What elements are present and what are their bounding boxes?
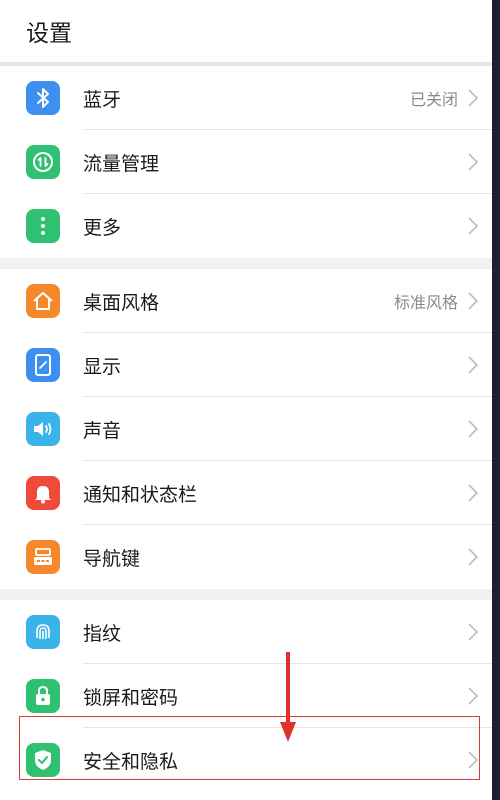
settings-item-notifications[interactable]: 通知和状态栏 bbox=[0, 461, 492, 525]
chevron-right-icon bbox=[468, 420, 479, 438]
group-separator bbox=[0, 258, 492, 269]
chevron-right-icon bbox=[468, 217, 479, 235]
data-traffic-icon bbox=[26, 145, 60, 179]
screen-edge bbox=[492, 0, 500, 800]
fingerprint-icon bbox=[26, 615, 60, 649]
home-icon bbox=[26, 284, 60, 318]
chevron-right-icon bbox=[468, 89, 479, 107]
settings-item-home-style[interactable]: 桌面风格 标准风格 bbox=[0, 269, 492, 333]
settings-page: 设置 蓝牙 已关闭 流量管理 更多 桌面风格 标准风格 显示 声音 通知和状态栏… bbox=[0, 0, 492, 800]
chevron-right-icon bbox=[468, 548, 479, 566]
settings-item-more[interactable]: 更多 bbox=[0, 194, 492, 258]
settings-item-value: 标准风格 bbox=[393, 293, 458, 312]
group-separator bbox=[0, 589, 492, 600]
chevron-right-icon bbox=[468, 687, 479, 705]
settings-item-fingerprint[interactable]: 指纹 bbox=[0, 600, 492, 664]
settings-item-navigation-keys[interactable]: 导航键 bbox=[0, 525, 492, 589]
settings-item-bluetooth[interactable]: 蓝牙 已关闭 bbox=[0, 66, 492, 130]
settings-item-label: 声音 bbox=[83, 419, 122, 442]
annotation-arrow bbox=[286, 652, 290, 724]
settings-item-data-traffic[interactable]: 流量管理 bbox=[0, 130, 492, 194]
settings-item-label: 显示 bbox=[83, 355, 122, 378]
lock-icon bbox=[26, 679, 60, 713]
settings-item-sound[interactable]: 声音 bbox=[0, 397, 492, 461]
chevron-right-icon bbox=[468, 153, 479, 171]
sound-icon bbox=[26, 412, 60, 446]
header: 设置 bbox=[0, 0, 492, 62]
chevron-right-icon bbox=[468, 292, 479, 310]
settings-group-connectivity: 蓝牙 已关闭 流量管理 更多 bbox=[0, 66, 492, 258]
bluetooth-icon bbox=[26, 81, 60, 115]
settings-item-label: 导航键 bbox=[83, 547, 141, 570]
display-icon bbox=[26, 348, 60, 382]
settings-group-security: 指纹 锁屏和密码 安全和隐私 bbox=[0, 600, 492, 792]
chevron-right-icon bbox=[468, 751, 479, 769]
navigation-key-icon bbox=[26, 540, 60, 574]
settings-item-label: 锁屏和密码 bbox=[83, 686, 179, 709]
notification-bell-icon bbox=[26, 476, 60, 510]
chevron-right-icon bbox=[468, 623, 479, 641]
settings-item-label: 通知和状态栏 bbox=[83, 483, 198, 506]
settings-item-lockscreen[interactable]: 锁屏和密码 bbox=[0, 664, 492, 728]
settings-item-label: 桌面风格 bbox=[83, 291, 160, 314]
more-icon bbox=[26, 209, 60, 243]
settings-item-label: 安全和隐私 bbox=[83, 750, 179, 773]
settings-item-label: 指纹 bbox=[83, 622, 122, 645]
settings-item-label: 流量管理 bbox=[83, 152, 160, 175]
chevron-right-icon bbox=[468, 356, 479, 374]
page-title: 设置 bbox=[26, 21, 72, 47]
annotation-arrow-head bbox=[280, 722, 296, 742]
settings-item-display[interactable]: 显示 bbox=[0, 333, 492, 397]
settings-item-label: 蓝牙 bbox=[83, 88, 122, 111]
settings-group-display: 桌面风格 标准风格 显示 声音 通知和状态栏 导航键 bbox=[0, 269, 492, 589]
chevron-right-icon bbox=[468, 484, 479, 502]
settings-item-value: 已关闭 bbox=[409, 90, 458, 109]
settings-item-label: 更多 bbox=[83, 216, 122, 239]
shield-icon bbox=[26, 743, 60, 777]
settings-item-security-privacy[interactable]: 安全和隐私 bbox=[0, 728, 492, 792]
